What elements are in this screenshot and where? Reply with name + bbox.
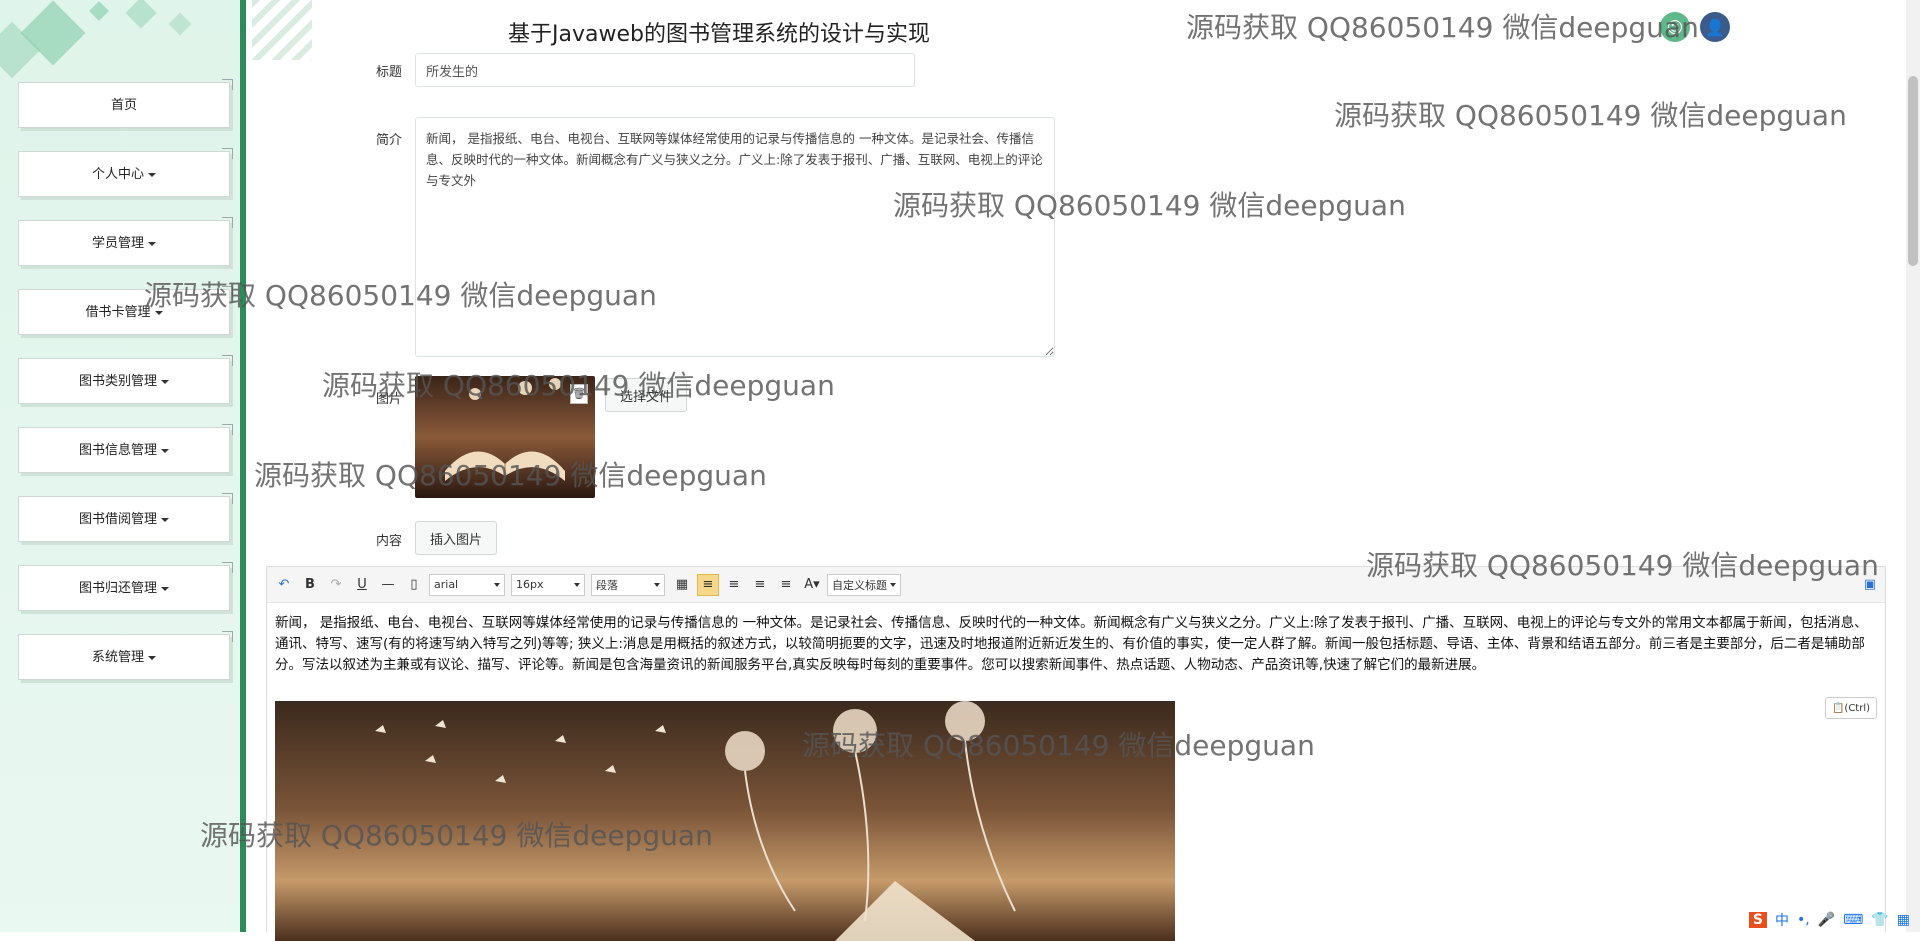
sidebar-item-book-info-management[interactable]: 图书信息管理 — [18, 424, 233, 473]
delete-image-icon[interactable]: 🗑 — [570, 384, 588, 404]
font-family-select[interactable]: arial — [429, 573, 505, 596]
skin-icon[interactable]: 👕 — [1871, 912, 1888, 928]
title-label: 标题 — [376, 65, 403, 80]
document-icon[interactable]: ▯ — [403, 574, 425, 596]
sidebar-item-label: 个人中心 — [91, 167, 144, 182]
ime-logo-icon[interactable]: S — [1748, 912, 1767, 928]
page-title: 基于Javaweb的图书管理系统的设计与实现 — [508, 22, 930, 47]
page-scrollbar[interactable] — [1906, 0, 1920, 932]
decoration — [168, 12, 192, 36]
sidebar-item-category-management[interactable]: 图书类别管理 — [18, 355, 233, 404]
sidebar-item-label: 系统管理 — [91, 650, 144, 665]
sidebar-item-system-management[interactable]: 系统管理 — [18, 631, 233, 680]
insert-image-button[interactable]: 插入图片 — [415, 521, 497, 555]
content-label: 内容 — [376, 534, 403, 549]
caret-down-icon — [161, 517, 169, 522]
editor-content-text[interactable]: 新闻， 是指报纸、电台、电视台、互联网等媒体经常使用的记录与传播信息的 一种文体… — [275, 613, 1877, 676]
sidebar-item-label: 图书类别管理 — [78, 374, 157, 389]
ime-mode-icon[interactable]: 中 — [1775, 910, 1789, 930]
caret-down-icon — [161, 448, 169, 453]
caret-down-icon — [148, 241, 156, 246]
font-size-select[interactable]: 16px — [511, 573, 585, 596]
caret-down-icon — [161, 586, 169, 591]
sidebar-item-student-management[interactable]: 学员管理 — [18, 217, 233, 266]
microphone-icon[interactable]: 🎤 — [1818, 912, 1835, 928]
ime-punctuation-icon[interactable]: •, — [1797, 912, 1810, 928]
editor-inserted-image — [275, 701, 1175, 941]
sidebar-item-card-management[interactable]: 借书卡管理 — [18, 286, 233, 335]
profile-icon[interactable]: 👤 — [1700, 12, 1730, 42]
user-avatar-icon[interactable]: ☺ — [1660, 12, 1690, 42]
decoration — [89, 1, 109, 21]
rich-text-editor[interactable]: ↶ B ↷ U — ▯ arial 16px 段落 ▦ ≡ ≡ ≡ ≡ A▾ 自… — [266, 566, 1886, 941]
summary-textarea[interactable]: 新闻， 是指报纸、电台、电视台、互联网等媒体经常使用的记录与传播信息的 一种文体… — [415, 117, 1055, 357]
sidebar-item-label: 首页 — [110, 98, 137, 113]
caret-down-icon — [154, 310, 163, 315]
watermark: 源码获取 QQ86050149 微信deepguan — [1186, 11, 1699, 44]
sidebar-item-label: 学员管理 — [91, 236, 144, 251]
underline-icon[interactable]: U — [351, 574, 373, 596]
align-left-icon[interactable]: ≡ — [697, 573, 719, 596]
align-center-icon[interactable]: ≡ — [749, 574, 771, 596]
paragraph-select[interactable]: 段落 — [591, 573, 665, 596]
editor-toolbar: ↶ B ↷ U — ▯ arial 16px 段落 ▦ ≡ ≡ ≡ ≡ A▾ 自… — [267, 567, 1885, 603]
ime-toolbar: S 中 •, 🎤 ⌨ 👕 ▦ — [1748, 910, 1910, 930]
paste-options-button[interactable]: 📋 (Ctrl) — [1825, 697, 1877, 719]
sidebar-item-home[interactable]: 首页 — [18, 79, 233, 128]
summary-label: 简介 — [376, 133, 403, 148]
fullscreen-icon[interactable]: ▣ — [1859, 574, 1881, 596]
grid-icon[interactable]: ▦ — [1897, 912, 1910, 928]
sidebar-item-label: 图书借阅管理 — [78, 512, 157, 527]
choose-file-button[interactable]: 选择文件 — [605, 378, 687, 412]
keyboard-icon[interactable]: ⌨ — [1843, 912, 1863, 928]
header-decoration — [252, 0, 312, 60]
sidebar-item-label: 图书信息管理 — [78, 443, 157, 458]
align-right-icon[interactable]: ≡ — [723, 574, 745, 596]
decoration — [125, 0, 157, 29]
horizontal-rule-icon[interactable]: — — [377, 574, 399, 596]
title-input[interactable] — [415, 53, 915, 87]
font-color-icon[interactable]: A▾ — [801, 574, 823, 596]
undo-icon[interactable]: ↶ — [273, 574, 295, 596]
caret-down-icon — [148, 655, 156, 660]
sidebar-item-label: 借书卡管理 — [85, 305, 151, 320]
caret-down-icon — [148, 172, 156, 177]
sidebar-item-return-management[interactable]: 图书归还管理 — [18, 562, 233, 611]
sidebar-item-personal-center[interactable]: 个人中心 — [18, 148, 233, 197]
custom-heading-select[interactable]: 自定义标题 — [827, 573, 901, 596]
sidebar-menu: 首页 个人中心 学员管理 借书卡管理 图书类别管理 图书信息管理 图书借阅管理 … — [18, 79, 233, 703]
table-icon[interactable]: ▦ — [671, 574, 693, 596]
scrollbar-thumb[interactable] — [1908, 76, 1918, 266]
sidebar: 首页 个人中心 学员管理 借书卡管理 图书类别管理 图书信息管理 图书借阅管理 … — [0, 0, 246, 932]
italic-icon[interactable]: ↷ — [325, 574, 347, 596]
align-justify-icon[interactable]: ≡ — [775, 574, 797, 596]
image-label: 图片 — [376, 392, 403, 407]
bold-icon[interactable]: B — [299, 574, 321, 596]
uploaded-image-thumbnail — [415, 376, 595, 498]
sidebar-item-label: 图书归还管理 — [78, 581, 157, 596]
watermark: 源码获取 QQ86050149 微信deepguan — [1334, 99, 1847, 132]
sidebar-item-borrow-management[interactable]: 图书借阅管理 — [18, 493, 233, 542]
caret-down-icon — [161, 379, 169, 384]
